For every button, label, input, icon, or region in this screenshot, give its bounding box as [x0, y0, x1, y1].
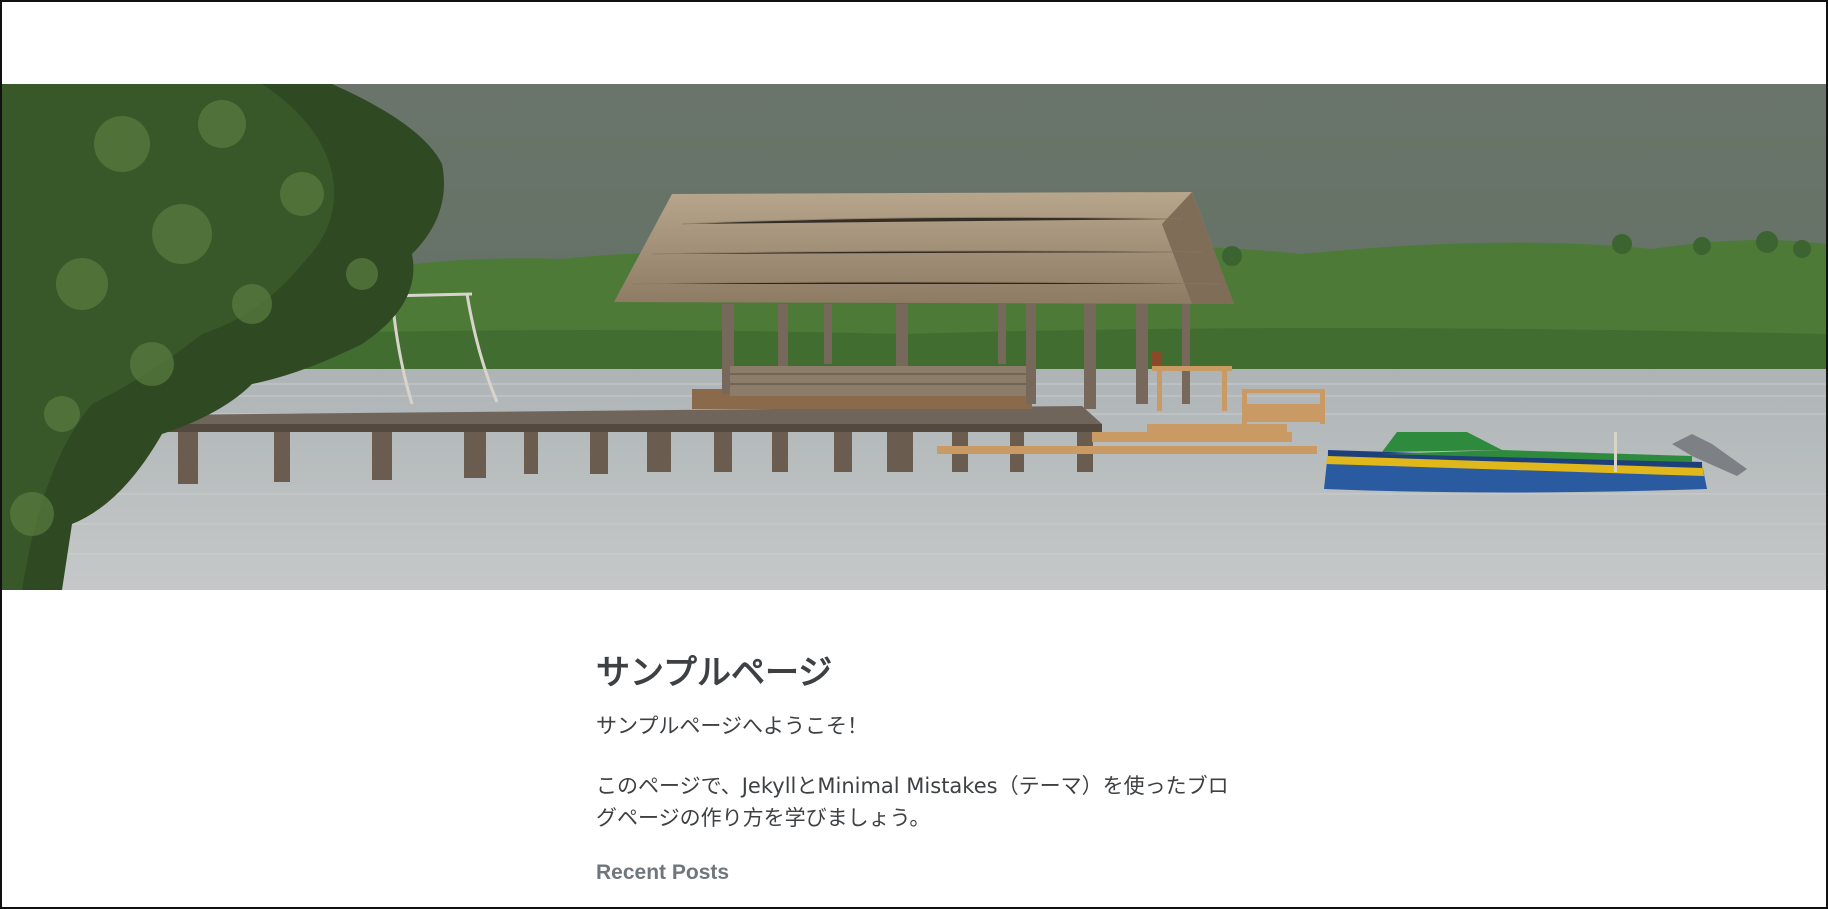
- recent-posts-heading: Recent Posts: [596, 861, 730, 884]
- site-masthead: [2, 2, 1826, 84]
- browser-viewport: サンプルページ サンプルページへようこそ！ このページで、JekyllとMini…: [0, 0, 1828, 909]
- body-paragraph: このページで、JekyllとMinimal Mistakes（テーマ）を使ったブ…: [596, 774, 1229, 830]
- thatched-roof: [614, 192, 1234, 304]
- intro-paragraph: サンプルページへようこそ！: [596, 714, 868, 738]
- hut-wall: [730, 366, 1026, 396]
- page-title: サンプルページ: [596, 653, 833, 693]
- hero-illustration: [2, 84, 1826, 590]
- hero-image: [2, 84, 1826, 590]
- page-content: サンプルページ サンプルページへようこそ！ このページで、JekyllとMini…: [596, 650, 1236, 888]
